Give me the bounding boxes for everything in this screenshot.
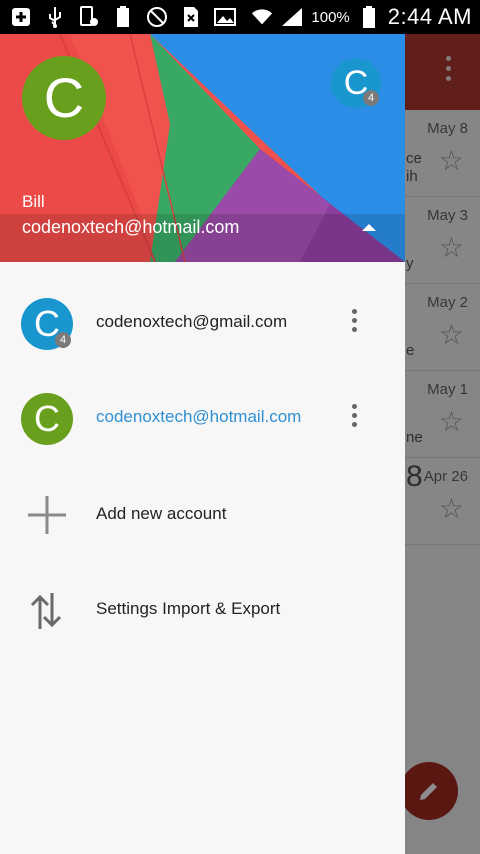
image-icon [214,6,236,28]
no-sim-icon [180,6,202,28]
other-account-avatar[interactable]: C 4 [331,58,381,108]
account-more-icon[interactable] [346,404,362,432]
battery-full-icon [112,6,134,28]
current-account-avatar[interactable]: C [22,56,106,140]
settings-import-export-label: Settings Import & Export [96,599,281,618]
battery-icon [358,6,380,28]
signal-icon [281,6,303,28]
blocked-icon [146,6,168,28]
account-avatar-letter: C [34,398,60,439]
account-email: codenoxtech@hotmail.com [22,217,240,237]
account-more-icon[interactable] [346,309,362,337]
screenshot-icon [78,6,100,28]
unread-badge: 4 [55,332,71,348]
usb-icon [44,6,66,28]
account-name: Bill [22,192,45,211]
navigation-drawer: C C 4 Bill codenoxtech@hotmail.com C 4 c… [0,34,405,854]
account-email: codenoxtech@gmail.com [96,312,288,331]
plus-box-notification-icon [10,6,32,28]
add-account-label: Add new account [96,504,227,523]
plus-icon [26,494,68,536]
account-avatar: C [21,393,73,445]
wifi-icon [251,6,273,28]
account-switch-arrow-icon[interactable] [362,224,376,231]
battery-percent: 100% [311,8,350,26]
account-avatar: C 4 [21,298,73,350]
drawer-header: C C 4 Bill codenoxtech@hotmail.com [0,34,405,262]
account-row-gmail[interactable]: C 4 codenoxtech@gmail.com [0,279,405,365]
clock: 2:44 AM [387,4,472,29]
unread-badge: 4 [363,90,379,106]
account-row-hotmail[interactable]: C codenoxtech@hotmail.com [0,374,405,460]
add-account-button[interactable]: Add new account [0,480,405,550]
account-email: codenoxtech@hotmail.com [96,407,302,426]
settings-import-export-button[interactable]: Settings Import & Export [0,575,405,645]
status-bar: 100% 2:44 AM [0,0,480,34]
import-export-icon [26,589,68,631]
